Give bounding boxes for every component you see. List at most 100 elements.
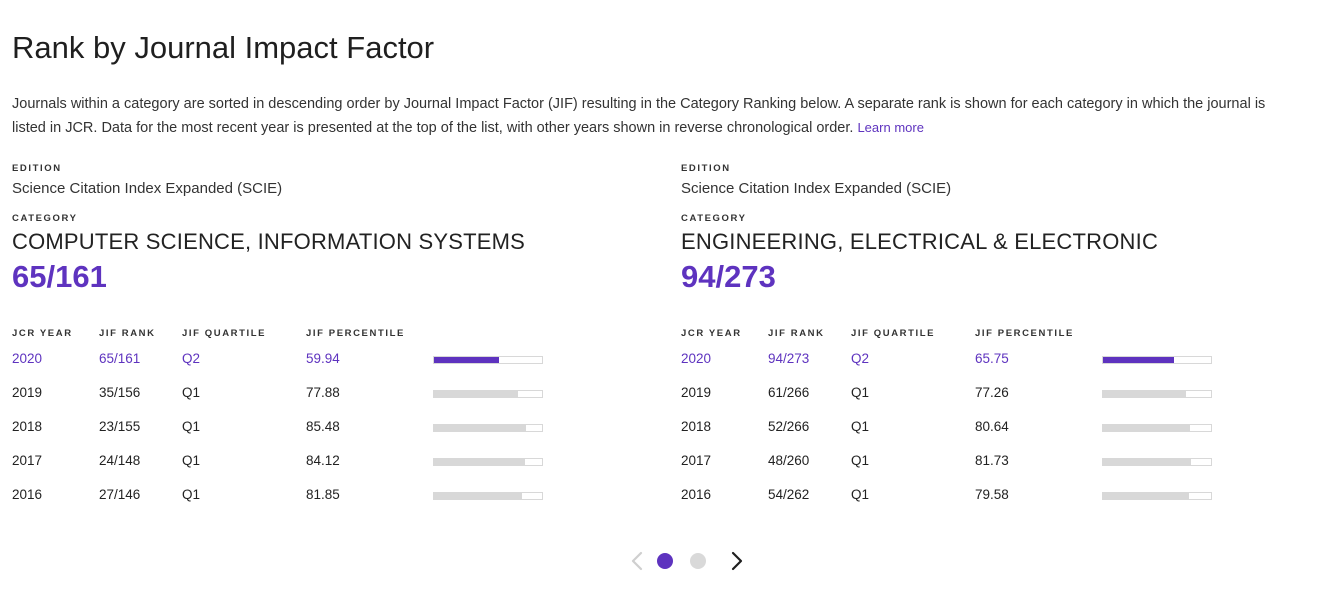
quartile-cell: Q2 xyxy=(851,351,870,366)
percentile-bar xyxy=(433,356,543,364)
edition-value: Science Citation Index Expanded (SCIE) xyxy=(12,180,283,197)
category-label: CATEGORY xyxy=(681,213,747,224)
category-name: ENGINEERING, ELECTRICAL & ELECTRONIC xyxy=(681,229,1159,254)
rank-cell: 35/156 xyxy=(99,385,141,400)
percentile-bar-fill xyxy=(434,425,527,431)
percentile-cell: 59.94 xyxy=(306,351,340,366)
year-cell: 2020 xyxy=(681,351,712,366)
chevron-right-icon xyxy=(724,549,748,573)
percentile-bar-fill xyxy=(434,357,499,363)
percentile-cell: 79.58 xyxy=(975,487,1009,502)
percentile-cell: 81.85 xyxy=(306,487,340,502)
table-row: 2020 94/273 Q2 65.75 xyxy=(681,351,1241,371)
year-cell: 2017 xyxy=(12,453,43,468)
rank-cell: 54/262 xyxy=(768,487,810,502)
category-label: CATEGORY xyxy=(12,213,78,224)
quartile-cell: Q1 xyxy=(182,385,201,400)
percentile-bar xyxy=(1102,356,1212,364)
carousel-dot-1[interactable] xyxy=(657,553,673,569)
year-cell: 2020 xyxy=(12,351,43,366)
carousel-prev-button[interactable] xyxy=(626,549,650,573)
category-name: COMPUTER SCIENCE, INFORMATION SYSTEMS xyxy=(12,229,526,254)
percentile-bar xyxy=(433,458,543,466)
quartile-cell: Q1 xyxy=(182,419,201,434)
percentile-cell: 81.73 xyxy=(975,453,1009,468)
table-row: 2020 65/161 Q2 59.94 xyxy=(12,351,572,371)
page-title: Rank by Journal Impact Factor xyxy=(12,30,435,65)
col-header-quartile: JIF QUARTILE xyxy=(182,328,267,339)
rank-cell: 94/273 xyxy=(768,351,810,366)
carousel-next-button[interactable] xyxy=(724,549,748,573)
year-cell: 2019 xyxy=(681,385,712,400)
table-row: 2019 35/156 Q1 77.88 xyxy=(12,385,572,405)
percentile-bar-fill xyxy=(434,391,519,397)
rank-cell: 61/266 xyxy=(768,385,810,400)
percentile-bar xyxy=(1102,424,1212,432)
col-header-percentile: JIF PERCENTILE xyxy=(306,328,405,339)
percentile-bar-fill xyxy=(1103,459,1192,465)
rank-by-jif-section: Rank by Journal Impact Factor Journals w… xyxy=(0,0,1331,603)
quartile-cell: Q1 xyxy=(851,385,870,400)
col-header-quartile: JIF QUARTILE xyxy=(851,328,936,339)
category-rank: 94/273 xyxy=(681,259,776,294)
carousel-controls xyxy=(626,548,756,576)
col-header-year: JCR YEAR xyxy=(12,328,73,339)
quartile-cell: Q2 xyxy=(182,351,201,366)
table-row: 2018 23/155 Q1 85.48 xyxy=(12,419,572,439)
col-header-percentile: JIF PERCENTILE xyxy=(975,328,1074,339)
quartile-cell: Q1 xyxy=(182,453,201,468)
percentile-bar xyxy=(433,424,543,432)
percentile-bar-fill xyxy=(434,493,523,499)
percentile-cell: 77.26 xyxy=(975,385,1009,400)
percentile-bar-fill xyxy=(1103,493,1189,499)
edition-value: Science Citation Index Expanded (SCIE) xyxy=(681,180,952,197)
intro-paragraph: Journals within a category are sorted in… xyxy=(12,96,1266,136)
chevron-left-icon xyxy=(626,549,650,573)
percentile-cell: 77.88 xyxy=(306,385,340,400)
rank-cell: 27/146 xyxy=(99,487,141,502)
rank-cell: 24/148 xyxy=(99,453,141,468)
table-row: 2017 24/148 Q1 84.12 xyxy=(12,453,572,473)
col-header-rank: JIF RANK xyxy=(768,328,825,339)
year-cell: 2016 xyxy=(12,487,43,502)
rank-cell: 65/161 xyxy=(99,351,141,366)
percentile-bar-fill xyxy=(434,459,525,465)
percentile-bar xyxy=(1102,390,1212,398)
category-rank: 65/161 xyxy=(12,259,107,294)
percentile-bar xyxy=(433,492,543,500)
quartile-cell: Q1 xyxy=(851,487,870,502)
rank-cell: 23/155 xyxy=(99,419,141,434)
rank-cell: 48/260 xyxy=(768,453,810,468)
intro-text: Journals within a category are sorted in… xyxy=(12,92,1302,140)
year-cell: 2017 xyxy=(681,453,712,468)
carousel-dot-2[interactable] xyxy=(690,553,706,569)
col-header-rank: JIF RANK xyxy=(99,328,156,339)
percentile-bar-fill xyxy=(1103,391,1187,397)
percentile-cell: 80.64 xyxy=(975,419,1009,434)
percentile-bar xyxy=(1102,492,1212,500)
edition-label: EDITION xyxy=(12,163,62,174)
table-row: 2019 61/266 Q1 77.26 xyxy=(681,385,1241,405)
percentile-bar xyxy=(433,390,543,398)
edition-label: EDITION xyxy=(681,163,731,174)
col-header-year: JCR YEAR xyxy=(681,328,742,339)
percentile-cell: 65.75 xyxy=(975,351,1009,366)
percentile-cell: 85.48 xyxy=(306,419,340,434)
rank-cell: 52/266 xyxy=(768,419,810,434)
percentile-bar-fill xyxy=(1103,425,1191,431)
percentile-bar-fill xyxy=(1103,357,1174,363)
year-cell: 2018 xyxy=(12,419,43,434)
percentile-bar xyxy=(1102,458,1212,466)
quartile-cell: Q1 xyxy=(851,419,870,434)
quartile-cell: Q1 xyxy=(851,453,870,468)
table-row: 2017 48/260 Q1 81.73 xyxy=(681,453,1241,473)
table-row: 2018 52/266 Q1 80.64 xyxy=(681,419,1241,439)
table-row: 2016 27/146 Q1 81.85 xyxy=(12,487,572,507)
year-cell: 2016 xyxy=(681,487,712,502)
table-row: 2016 54/262 Q1 79.58 xyxy=(681,487,1241,507)
percentile-cell: 84.12 xyxy=(306,453,340,468)
year-cell: 2018 xyxy=(681,419,712,434)
quartile-cell: Q1 xyxy=(182,487,201,502)
year-cell: 2019 xyxy=(12,385,43,400)
learn-more-link[interactable]: Learn more xyxy=(857,120,923,135)
